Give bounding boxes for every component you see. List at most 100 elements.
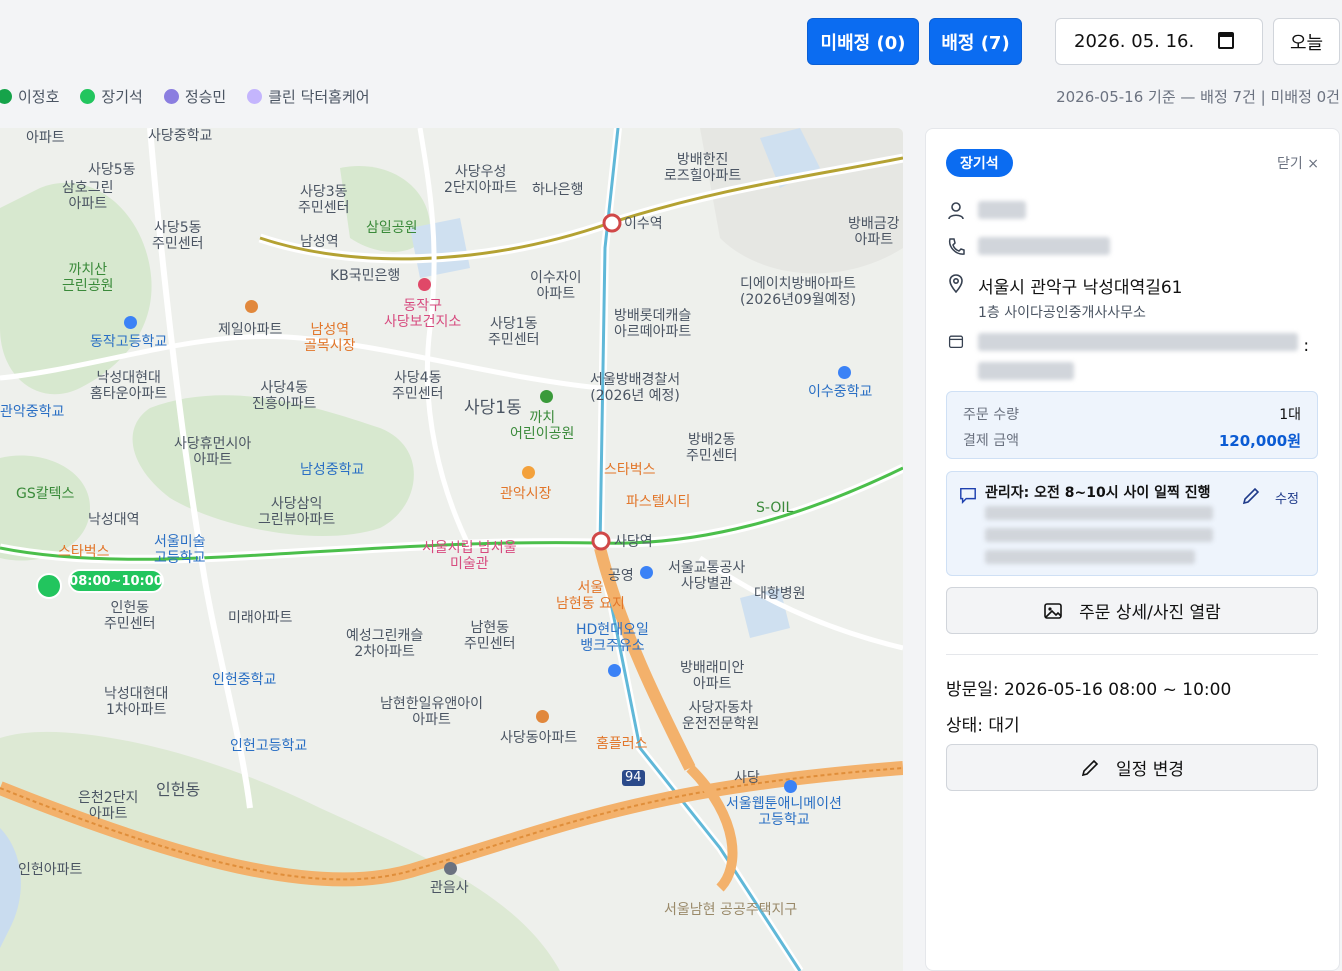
legend-dot <box>80 88 96 104</box>
worker-legend: 이정호 장기석 정승민 클린 닥터홈케어 <box>0 86 391 106</box>
map-label: 동작고등학교 <box>90 334 168 350</box>
map-label: 서울남현 공공주택지구 <box>664 902 798 918</box>
map-label: 서울시립 남서울 미술관 <box>422 540 517 572</box>
map-label: 사당1동 주민센터 <box>488 316 540 348</box>
map-label: 서울방배경찰서 (2026년 예정) <box>590 372 681 404</box>
schedule-note-redacted <box>978 362 1074 380</box>
comment-icon <box>960 487 976 504</box>
image-icon <box>1044 602 1062 619</box>
map-label: 관악시장 <box>500 486 552 502</box>
map-label: 낙성대현대 홈타운아파트 <box>90 370 168 402</box>
marker-time-label[interactable]: 08:00~10:00 <box>68 569 164 593</box>
map-label: 사당 <box>734 770 760 786</box>
order-summary: 주문 수량 1대 결제 금액 120,000원 <box>946 391 1318 459</box>
assigned-button[interactable]: 배정 (7) <box>929 18 1022 65</box>
phone-row <box>946 237 1110 257</box>
date-value: 2026. 05. 16. <box>1074 31 1195 52</box>
map-label: 관음사 <box>430 880 469 896</box>
phone-icon <box>948 238 965 255</box>
location-pin-icon <box>949 274 963 293</box>
map-label: 인헌아파트 <box>18 862 83 878</box>
order-qty-label: 주문 수량 <box>963 407 1019 423</box>
change-schedule-label: 일정 변경 <box>1116 760 1184 780</box>
calendar-icon[interactable] <box>1218 32 1234 49</box>
map-label: 사당4동 진흥아파트 <box>252 380 317 412</box>
map-label: 방배금강 아파트 <box>848 216 900 248</box>
map-label: KB국민은행 <box>330 268 401 284</box>
pencil-icon[interactable] <box>1241 486 1261 506</box>
unassigned-button[interactable]: 미배정 (0) <box>807 18 919 65</box>
map-label: 방배롯데캐슬 아르떼아파트 <box>614 308 692 340</box>
memo-edit-button[interactable]: 수정 <box>1275 488 1299 507</box>
map-label: HD현대오일 뱅크주유소 <box>576 622 649 654</box>
legend-item[interactable]: 정승민 <box>163 86 227 107</box>
divider <box>946 654 1318 655</box>
order-amount-value: 120,000원 <box>1218 432 1301 450</box>
map-label: 남성역 골목시장 <box>304 322 356 354</box>
map-view[interactable]: 아파트 사당중학교 사당5동 삼호그린 아파트 사당5동 주민센터 사당3동 주민센터… <box>0 128 903 971</box>
map-label: 서울미술 고등학교 <box>154 534 206 566</box>
legend-label: 정승민 <box>184 87 227 106</box>
map-label: 서울 남현동 요지 <box>556 580 625 612</box>
detail-panel: 장기석 닫기 × 서울시 관악구 낙성대역길61 1층 사이다공인중개사사무소 … <box>925 128 1340 971</box>
park-icon <box>540 390 553 403</box>
map-label: 삼호그린 아파트 <box>62 180 114 212</box>
close-button[interactable]: 닫기 × <box>1277 153 1319 173</box>
customer-name-redacted <box>978 201 1026 219</box>
map-label: 사당휴먼시아 아파트 <box>174 436 252 468</box>
map-label: 낙성대현대 1차아파트 <box>104 686 169 718</box>
map-label: 사당중학교 <box>148 128 213 144</box>
legend-label: 클린 닥터홈케어 <box>268 87 370 106</box>
school-icon <box>124 316 137 329</box>
temple-icon <box>444 862 457 875</box>
map-label: 스타벅스 <box>604 462 656 478</box>
address-row: 서울시 관악구 낙성대역길61 1층 사이다공인중개사사무소 <box>946 273 1182 322</box>
legend-item[interactable]: 장기석 <box>80 86 143 107</box>
memo-redacted <box>985 506 1213 520</box>
map-label: 인헌중학교 <box>212 672 277 688</box>
legend-item[interactable]: 클린 닥터홈케어 <box>247 86 370 107</box>
map-label: 사당3동 주민센터 <box>298 184 350 216</box>
schedule-note-redacted <box>978 333 1298 351</box>
map-label: 삼일공원 <box>366 220 418 236</box>
status-text: 상태: 대기 <box>946 716 1020 736</box>
customer-name-row <box>946 201 1026 221</box>
hospital-icon <box>418 278 431 291</box>
legend-dot <box>163 88 179 104</box>
order-detail-button[interactable]: 주문 상세/사진 열람 <box>946 587 1318 634</box>
legend-label: 이정호 <box>18 87 60 106</box>
apartment-icon <box>536 710 549 723</box>
map-label: 사당역 <box>614 534 653 550</box>
apartment-icon <box>245 300 258 313</box>
worker-badge: 장기석 <box>946 149 1013 177</box>
legend-item[interactable]: 이정호 <box>0 86 59 107</box>
assignment-marker[interactable] <box>36 573 62 599</box>
map-label: 까치 어린이공원 <box>510 410 575 442</box>
change-schedule-button[interactable]: 일정 변경 <box>946 744 1318 791</box>
map-label: 제일아파트 <box>218 322 283 338</box>
legend-label: 장기석 <box>101 87 143 106</box>
map-label: 디에이치방배아파트 (2026년09월예정) <box>740 276 856 308</box>
map-label: 남성중학교 <box>300 462 365 478</box>
map-label: 사당동아파트 <box>500 730 578 746</box>
person-icon <box>948 202 964 220</box>
map-label: 인헌동 <box>156 780 201 799</box>
map-label: 사당4동 주민센터 <box>392 370 444 402</box>
map-label: 서울웹툰애니메이션 고등학교 <box>726 796 842 828</box>
school-icon <box>838 366 851 379</box>
map-label: 방배한진 로즈힐아파트 <box>664 152 742 184</box>
map-label: 사당5동 <box>88 162 136 178</box>
map-label: 방배래미안 아파트 <box>680 660 745 692</box>
map-label: 사당삼익 그린뷰아파트 <box>258 496 336 528</box>
map-label: 이수자이 아파트 <box>530 270 582 302</box>
market-icon <box>522 466 535 479</box>
map-label: S-OIL <box>756 500 794 516</box>
address-detail: 1층 사이다공인중개사사무소 <box>978 305 1146 321</box>
map-label: 사당5동 주민센터 <box>152 220 204 252</box>
map-label: 관악중학교 <box>0 404 65 420</box>
today-button[interactable]: 오늘 <box>1273 18 1340 65</box>
visit-date: 방문일: 2026-05-16 08:00 ~ 10:00 <box>946 680 1232 700</box>
order-qty-value: 1대 <box>1279 407 1301 423</box>
legend-dot <box>247 88 263 104</box>
date-input[interactable]: 2026. 05. 16. <box>1055 18 1263 65</box>
